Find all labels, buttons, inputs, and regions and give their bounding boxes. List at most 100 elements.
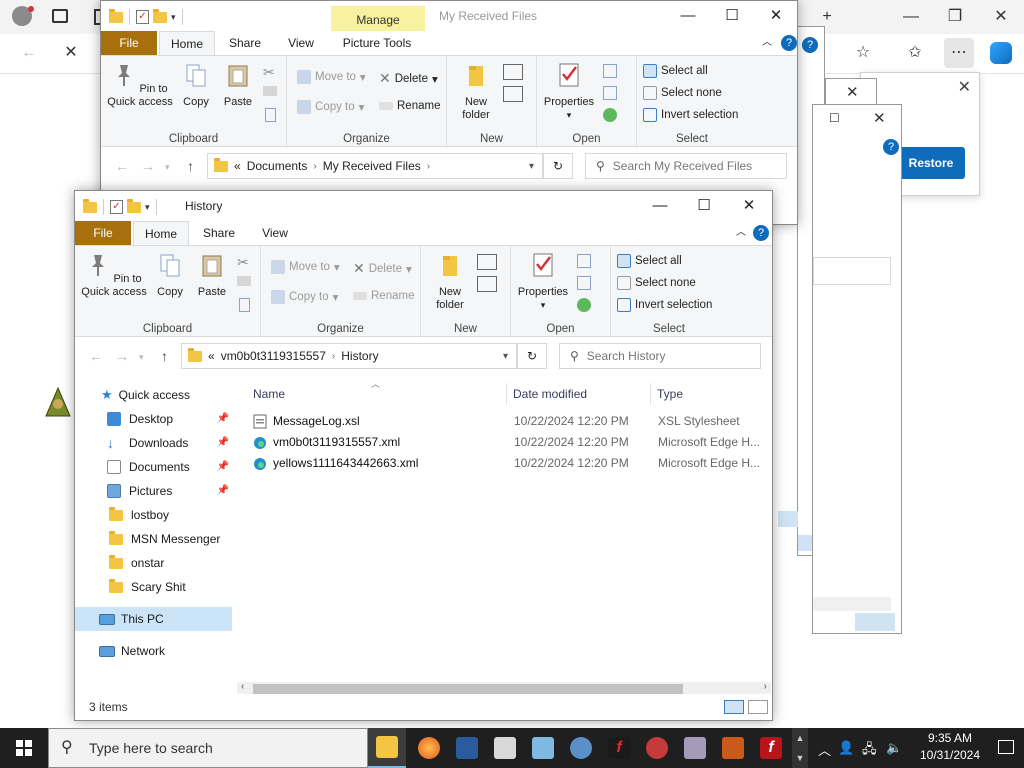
help-icon[interactable]: ? — [802, 37, 818, 53]
paste-shortcut-icon[interactable] — [239, 298, 250, 312]
refresh-button[interactable]: ↻ — [543, 153, 573, 179]
open-icon[interactable] — [577, 254, 591, 268]
tab-home[interactable]: Home — [159, 31, 215, 55]
open-icon[interactable] — [603, 64, 617, 78]
nav-item-documents[interactable]: Documents 📌 — [75, 455, 235, 479]
properties-qat-icon[interactable]: ✓ — [110, 200, 123, 214]
address-bar[interactable]: « Documents › My Received Files › ▾ — [207, 153, 543, 179]
desktop-app-icon[interactable] — [44, 386, 72, 420]
browser-close-icon[interactable]: ✕ — [986, 2, 1016, 32]
close-icon[interactable]: ✕ — [753, 1, 797, 31]
history-icon[interactable] — [577, 298, 591, 312]
taskbar-flash-1[interactable]: f — [600, 728, 638, 768]
tab-actions-icon[interactable] — [52, 9, 68, 23]
scroll-right-icon[interactable]: › — [764, 681, 767, 692]
back-icon[interactable]: ← — [115, 158, 129, 174]
tab-home[interactable]: Home — [133, 221, 189, 245]
address-bar[interactable]: « vm0b0t3119315557 › History ▾ — [181, 343, 517, 369]
breadcrumb-documents[interactable]: Documents — [247, 159, 308, 173]
nav-quick-access[interactable]: ★ Quick access — [75, 383, 235, 407]
taskbar-powershell[interactable] — [448, 728, 486, 768]
background-close-icon-2[interactable]: ✕ — [873, 109, 886, 127]
scrollbar-thumb[interactable] — [253, 684, 683, 694]
copy-to-button[interactable]: Copy to ▾ — [271, 290, 338, 304]
background-view-icons[interactable] — [855, 613, 895, 631]
file-row[interactable]: vm0b0t3119315557.xml 10/22/2024 12:20 PM… — [253, 432, 772, 453]
details-view-icon[interactable] — [724, 700, 744, 714]
search-box[interactable]: ⚲ Search My Received Files — [585, 153, 787, 179]
copy-path-icon[interactable] — [263, 86, 277, 96]
new-item-icon[interactable] — [503, 64, 523, 80]
paste-shortcut-icon[interactable] — [265, 108, 276, 122]
browser-stop-icon[interactable]: ✕ — [56, 38, 86, 68]
up-icon[interactable]: ↑ — [187, 158, 194, 174]
tab-file[interactable]: File — [75, 221, 131, 245]
history-icon[interactable] — [603, 108, 617, 122]
rename-button[interactable]: Rename — [353, 290, 414, 302]
background-close-icon[interactable]: ✕ — [846, 83, 859, 101]
browser-back-icon[interactable]: ← — [14, 38, 44, 68]
nav-item-downloads[interactable]: ↓ Downloads 📌 — [75, 431, 235, 455]
breadcrumb-overflow[interactable]: « — [234, 159, 241, 173]
column-header-type[interactable]: Type — [653, 383, 767, 405]
breadcrumb-overflow[interactable]: « — [208, 349, 215, 363]
taskbar-app-8[interactable] — [638, 728, 676, 768]
maximize-icon[interactable]: ☐ — [709, 1, 755, 31]
pin-to-quick-access-button[interactable]: Pin to Quick access — [81, 252, 147, 299]
taskbar-firefox[interactable] — [410, 728, 448, 768]
minimize-icon[interactable]: — — [637, 191, 683, 221]
favorites-icon[interactable]: ✩ — [900, 38, 930, 68]
copy-button[interactable]: Copy — [179, 62, 213, 109]
easy-access-icon[interactable] — [503, 86, 523, 102]
browser-menu-icon[interactable]: ⋯ — [944, 38, 974, 68]
breadcrumb-vm-folder[interactable]: vm0b0t3119315557 — [221, 349, 326, 363]
file-row[interactable]: yellows1111643442663.xml 10/22/2024 12:2… — [253, 453, 772, 474]
tab-picture-tools[interactable]: Picture Tools — [337, 31, 417, 55]
new-folder-qat-icon[interactable] — [153, 8, 167, 23]
copy-button[interactable]: Copy — [153, 252, 187, 299]
copilot-icon[interactable] — [990, 42, 1012, 64]
column-header-date[interactable]: Date modified — [509, 383, 651, 405]
browser-restore-icon[interactable]: ❐ — [940, 2, 970, 32]
details-view-icon[interactable] — [778, 511, 798, 527]
move-to-button[interactable]: Move to ▾ — [297, 70, 366, 84]
notifications-icon[interactable] — [998, 740, 1014, 754]
nav-item-scary-shit[interactable]: Scary Shit — [75, 575, 235, 599]
new-item-icon[interactable] — [477, 254, 497, 270]
tab-view[interactable]: View — [251, 221, 299, 245]
nav-this-pc[interactable]: This PC — [75, 607, 232, 631]
help-icon-2[interactable]: ? — [883, 139, 899, 155]
paste-button[interactable]: Paste — [219, 62, 257, 109]
properties-button[interactable]: Properties ▾ — [513, 252, 573, 312]
forward-icon[interactable]: → — [115, 348, 129, 364]
select-all-button[interactable]: Select all — [643, 64, 708, 78]
network-tray-icon[interactable]: 🖧 — [862, 740, 877, 762]
volume-icon[interactable]: 🔈 — [886, 740, 902, 756]
new-folder-button[interactable]: New folder — [453, 62, 499, 122]
file-row[interactable]: MessageLog.xsl 10/22/2024 12:20 PM XSL S… — [253, 411, 772, 432]
customize-qat-icon[interactable]: ▾ — [171, 12, 176, 23]
select-none-button[interactable]: Select none — [643, 86, 722, 100]
background-maximize-icon[interactable]: ☐ — [829, 111, 840, 125]
restore-dialog-close-icon[interactable]: ✕ — [958, 77, 971, 97]
recent-locations-icon[interactable]: ▾ — [139, 352, 144, 363]
easy-access-icon[interactable] — [477, 276, 497, 292]
start-button[interactable] — [0, 728, 48, 768]
recent-locations-icon[interactable]: ▾ — [165, 162, 170, 173]
address-dropdown-icon[interactable]: ▾ — [503, 351, 508, 362]
breadcrumb-history[interactable]: History — [341, 349, 378, 363]
edit-icon[interactable] — [603, 86, 617, 100]
maximize-icon[interactable]: ☐ — [681, 191, 727, 221]
cut-icon[interactable]: ✂ — [237, 254, 249, 271]
clock[interactable]: 9:35 AM 10/31/2024 — [914, 730, 986, 764]
rename-button[interactable]: Rename — [379, 100, 440, 112]
cut-icon[interactable]: ✂ — [263, 64, 275, 81]
taskbar-app-9[interactable] — [676, 728, 714, 768]
invert-selection-button[interactable]: Invert selection — [617, 298, 712, 312]
taskbar-app-6[interactable] — [562, 728, 600, 768]
taskbar-overflow-icon[interactable]: ▲ ▼ — [792, 728, 808, 768]
nav-item-desktop[interactable]: Desktop 📌 — [75, 407, 235, 431]
nav-item-onstar[interactable]: onstar — [75, 551, 235, 575]
help-icon[interactable]: ? — [753, 225, 769, 241]
collapse-ribbon-icon[interactable]: ︿ — [757, 31, 777, 55]
